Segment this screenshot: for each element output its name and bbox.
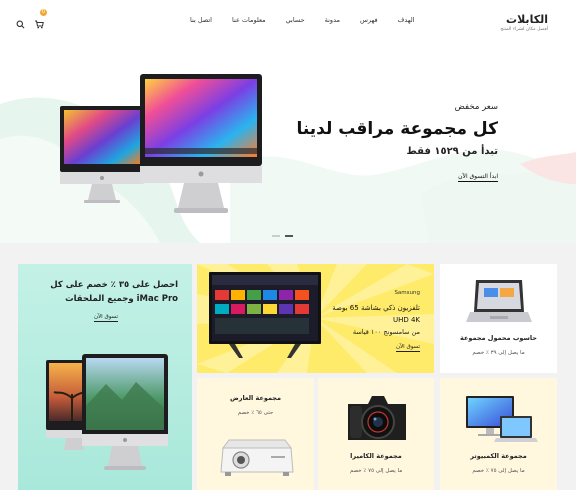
- tv-promo-subtitle: من سامسونج ١٠٠ قياسة: [352, 328, 420, 336]
- tv-brand-label: Samsung: [394, 290, 420, 296]
- camera-promo-subtitle: ما يصل إلى ٧٥ ٪ خصم: [349, 468, 403, 474]
- hero-kicker: سعر مخفض: [454, 102, 498, 112]
- computer-promo-subtitle: ما يصل إلى ٧٥ ٪ خصم: [472, 468, 525, 474]
- site-logo[interactable]: الكابلات أفضل مكان لشراء المنتج: [500, 13, 548, 32]
- logo-title: الكابلات: [506, 13, 548, 26]
- main-nav: الهدف فهرس مدونة حسابي معلومات عنا اتصل …: [190, 16, 415, 24]
- imac-front-image: [140, 74, 262, 213]
- logo-subtitle: أفضل مكان لشراء المنتج: [500, 27, 548, 32]
- imac-shop-now-link[interactable]: تسوق الآن: [94, 314, 118, 322]
- hero-slider: سعر مخفض كل مجموعة مراقب لدينا تبدأ من ١…: [0, 44, 576, 243]
- laptop-image: [466, 280, 532, 322]
- camera-promo-title: مجموعة الكاميرا: [350, 452, 402, 460]
- promo-grid: احصل على ٣٥ ٪ خصم على كل iMac Pro وجميع …: [0, 243, 576, 490]
- hero-text: سعر مخفض كل مجموعة مراقب لدينا تبدأ من ١…: [296, 102, 498, 182]
- tv-shop-now-link[interactable]: تسوق الآن: [396, 344, 420, 352]
- smart-tv-image: [209, 272, 321, 358]
- cart-count-badge: 0: [40, 9, 47, 16]
- computer-image: [466, 396, 538, 442]
- nav-item-contact[interactable]: اتصل بنا: [190, 16, 212, 24]
- promo-card-camera[interactable]: مجموعة الكاميرا ما يصل إلى ٧٥ ٪ خصم: [318, 378, 434, 490]
- slider-dot[interactable]: [272, 235, 280, 237]
- nav-item-goal[interactable]: الهدف: [398, 16, 415, 24]
- hero-price: تبدأ من ١٥٢٩ فقط: [406, 146, 498, 157]
- cart-icon[interactable]: 0: [34, 9, 47, 29]
- camera-image: [348, 396, 406, 440]
- projector-image: [220, 439, 294, 476]
- imac-back-image: [60, 106, 144, 203]
- nav-item-about[interactable]: معلومات عنا: [232, 16, 266, 24]
- slider-dots: [272, 235, 293, 237]
- laptop-promo-subtitle: ما يصل إلى ٣٩ ٪ خصم: [472, 350, 525, 356]
- imac-promo-title: احصل على ٣٥ ٪ خصم على كل iMac Pro وجميع …: [50, 280, 178, 304]
- nav-item-catalog[interactable]: فهرس: [360, 16, 378, 24]
- search-icon[interactable]: [16, 14, 26, 29]
- promo-card-projector[interactable]: مجموعة العارض حتى ٦٥ ٪ خصم: [197, 378, 314, 490]
- nav-item-blog[interactable]: مدونة: [325, 16, 340, 24]
- laptop-promo-title: حاسوب محمول مجموعة: [460, 334, 537, 342]
- projector-promo-title: مجموعة العارض: [229, 394, 282, 402]
- tv-promo-title: تلفزيون ذكي بشاشة 65 بوصة UHD 4K: [332, 304, 420, 324]
- page: 0 الهدف فهرس مدونة حسابي معلومات عنا اتص…: [0, 0, 576, 490]
- promo-card-laptop[interactable]: حاسوب محمول مجموعة ما يصل إلى ٣٩ ٪ خصم: [440, 264, 557, 373]
- imac-pair-image: [46, 354, 168, 470]
- hero-title: كل مجموعة مراقب لدينا: [296, 119, 498, 139]
- site-header: 0 الهدف فهرس مدونة حسابي معلومات عنا اتص…: [0, 0, 576, 44]
- computer-promo-title: مجموعة الكمبيوتر: [470, 452, 527, 460]
- hero-shop-now-link[interactable]: ابدأ التسوق الآن: [458, 173, 498, 182]
- promo-card-tv[interactable]: Samsung تلفزيون ذكي بشاشة 65 بوصة UHD 4K…: [197, 264, 434, 373]
- projector-promo-subtitle: حتى ٦٥ ٪ خصم: [237, 410, 274, 416]
- promo-card-imac[interactable]: احصل على ٣٥ ٪ خصم على كل iMac Pro وجميع …: [18, 264, 192, 490]
- nav-item-account[interactable]: حسابي: [286, 16, 305, 24]
- promo-card-computer[interactable]: مجموعة الكمبيوتر ما يصل إلى ٧٥ ٪ خصم: [440, 378, 557, 490]
- slider-dot-active[interactable]: [285, 235, 293, 237]
- header-icons: 0: [16, 9, 47, 29]
